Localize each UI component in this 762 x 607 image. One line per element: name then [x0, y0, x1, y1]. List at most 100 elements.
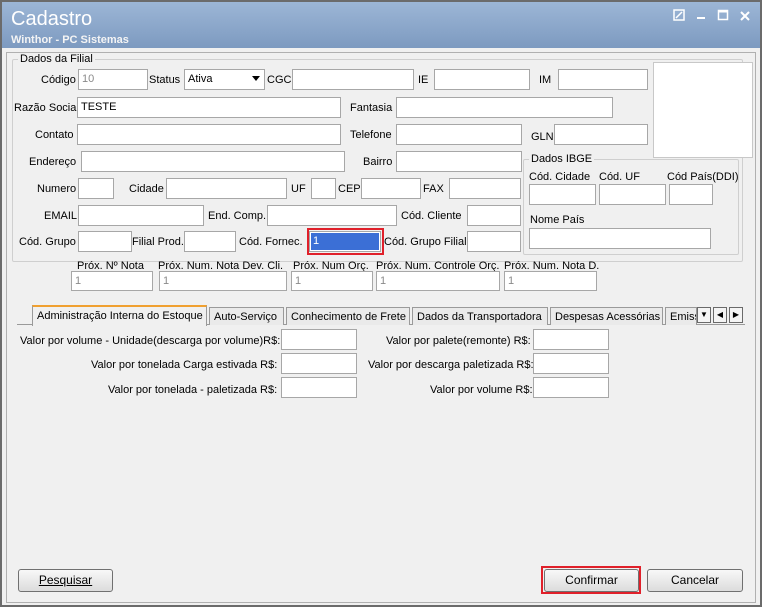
contato-label: Contato [35, 129, 74, 141]
status-select[interactable]: Ativa [184, 69, 265, 90]
fantasia-field[interactable] [396, 97, 613, 118]
cod-cliente-label: Cód. Cliente [401, 210, 462, 222]
telefone-field[interactable] [396, 124, 522, 145]
razao-social-label: Razão Social [14, 102, 79, 114]
status-value: Ativa [188, 73, 213, 85]
fax-field[interactable] [449, 178, 521, 199]
cod-cidade-label: Cód. Cidade [529, 171, 591, 183]
im-label: IM [539, 74, 552, 86]
cadastro-window: Cadastro Winthor - PC Sistemas Dados da … [0, 0, 762, 607]
valor-volume-unidade-field[interactable] [281, 329, 357, 350]
close-icon[interactable] [736, 9, 754, 25]
status-label: Status [149, 74, 181, 86]
valor-tonelada-paletizada-label: Valor por tonelada - paletizada R$: [108, 384, 278, 396]
email-label: EMAIL [44, 210, 78, 222]
photo-box[interactable] [653, 62, 753, 158]
valor-volume-label: Valor por volume R$: [430, 384, 533, 396]
window-title: Cadastro [11, 8, 93, 30]
cod-grupo-label: Cód. Grupo [19, 236, 76, 248]
contato-field[interactable] [77, 124, 341, 145]
tab-auto-servico[interactable]: Auto-Serviço [209, 307, 284, 325]
cod-pais-field[interactable] [669, 184, 713, 205]
cep-field[interactable] [361, 178, 421, 199]
endereco-field[interactable] [81, 151, 345, 172]
tab-emissao[interactable]: Emiss [665, 307, 697, 325]
dados-ibge-title: Dados IBGE [529, 153, 595, 165]
tab-scroll-right-icon[interactable]: ▶ [729, 307, 743, 323]
tab-scroll-left-icon[interactable]: ◀ [713, 307, 727, 323]
tab-scroll-down-icon[interactable]: ▼ [697, 307, 711, 323]
uf-field[interactable] [311, 178, 336, 199]
tab-conhecimento-frete[interactable]: Conhecimento de Frete [286, 307, 410, 325]
cancelar-button[interactable]: Cancelar [647, 569, 743, 592]
bairro-label: Bairro [363, 156, 393, 168]
nome-pais-label: Nome País [530, 214, 585, 226]
telefone-label: Telefone [350, 129, 392, 141]
end-comp-label: End. Comp. [208, 210, 267, 222]
cod-uf-field[interactable] [599, 184, 666, 205]
codigo-label: Código [41, 74, 76, 86]
numero-field[interactable] [78, 178, 114, 199]
endereco-label: Endereço [29, 156, 77, 168]
valor-descarga-paletizada-field[interactable] [533, 353, 609, 374]
cidade-label: Cidade [129, 183, 164, 195]
ie-field[interactable] [434, 69, 530, 90]
numero-label: Numero [37, 183, 77, 195]
prox-controle-orc-field[interactable]: 1 [376, 271, 500, 291]
ie-label: IE [418, 74, 429, 86]
email-field[interactable] [78, 205, 204, 226]
gln-label: GLN [531, 131, 554, 143]
tab-administracao-estoque[interactable]: Administração Interna do Estoque [32, 305, 207, 326]
im-field[interactable] [558, 69, 648, 90]
cod-grupo-filial-label: Cód. Grupo Filial [384, 236, 467, 248]
cod-grupo-field[interactable] [78, 231, 132, 252]
cod-fornec-label: Cód. Fornec. [239, 236, 303, 248]
cod-fornec-highlight [307, 228, 384, 255]
cidade-field[interactable] [166, 178, 287, 199]
title-bar[interactable]: Cadastro Winthor - PC Sistemas [2, 2, 760, 48]
prox-nota-dev-field[interactable]: 1 [159, 271, 287, 291]
valor-volume-field[interactable] [533, 377, 609, 398]
uf-label: UF [291, 183, 306, 195]
cod-cidade-field[interactable] [529, 184, 596, 205]
cod-cliente-field[interactable] [467, 205, 521, 226]
minimize-icon[interactable] [692, 9, 710, 25]
valor-descarga-paletizada-label: Valor por descarga paletizada R$: [368, 359, 534, 371]
cgc-label: CGC [267, 74, 292, 86]
filial-prod-label: Filial Prod. [132, 236, 184, 248]
prox-orc-field[interactable]: 1 [291, 271, 373, 291]
bairro-field[interactable] [396, 151, 522, 172]
tab-dados-transportadora[interactable]: Dados da Transportadora [412, 307, 548, 325]
cod-pais-label: Cód País(DDI) [667, 171, 739, 183]
codigo-field[interactable]: 10 [78, 69, 148, 90]
confirmar-highlight [541, 566, 641, 594]
cod-uf-label: Cód. UF [599, 171, 640, 183]
cep-label: CEP [338, 183, 361, 195]
chevron-down-icon[interactable] [252, 76, 260, 81]
valor-tonelada-paletizada-field[interactable] [281, 377, 357, 398]
form-body: Dados da Filial Código 10 Status Ativa C… [6, 52, 756, 603]
end-comp-field[interactable] [267, 205, 397, 226]
pesquisar-label: Pesquisar [38, 573, 93, 587]
prox-nota-field[interactable]: 1 [71, 271, 153, 291]
maximize-icon[interactable] [714, 9, 732, 25]
fax-label: FAX [423, 183, 444, 195]
nome-pais-field[interactable] [529, 228, 711, 249]
edit-icon[interactable] [670, 9, 688, 25]
valor-volume-unidade-label: Valor por volume - Unidade(descarga por … [20, 335, 281, 347]
dados-filial-title: Dados da Filial [18, 53, 95, 65]
valor-tonelada-estivada-field[interactable] [281, 353, 357, 374]
tab-despesas-acessorias[interactable]: Despesas Acessórias [550, 307, 663, 325]
window-subtitle: Winthor - PC Sistemas [11, 34, 129, 46]
filial-prod-field[interactable] [184, 231, 236, 252]
valor-tonelada-estivada-label: Valor por tonelada Carga estivada R$: [91, 359, 278, 371]
gln-field[interactable] [554, 124, 648, 145]
cod-grupo-filial-field[interactable] [467, 231, 521, 252]
valor-palete-remonte-field[interactable] [533, 329, 609, 350]
razao-social-field[interactable]: TESTE [77, 97, 341, 118]
cgc-field[interactable] [292, 69, 414, 90]
pesquisar-button[interactable]: Pesquisar [18, 569, 113, 592]
valor-palete-remonte-label: Valor por palete(remonte) R$: [386, 335, 531, 347]
prox-nota-d-field[interactable]: 1 [504, 271, 597, 291]
fantasia-label: Fantasia [350, 102, 393, 114]
